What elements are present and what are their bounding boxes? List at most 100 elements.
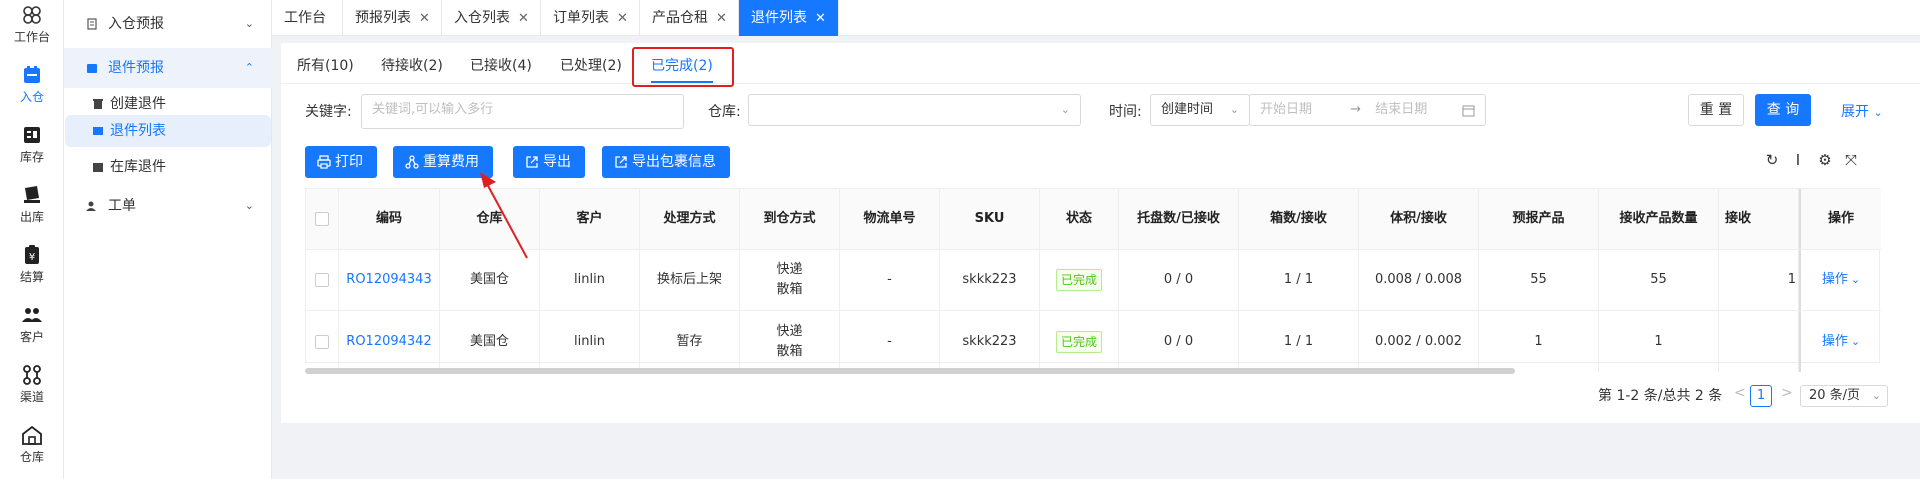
subnav-inbound-forecast[interactable]: 入仓预报 ⌄ [64,4,272,44]
prev-page-button[interactable]: < [1734,385,1746,401]
status-tab-pending[interactable]: 待接收(2) [381,51,443,81]
col-extra: 接收 [1719,189,1799,249]
date-range-picker[interactable]: 开始日期 → 结束日期 [1249,94,1486,126]
subnav-return-forecast[interactable]: 退件预报 ⌃ [64,48,272,88]
rail-item-workbench[interactable]: 工作台 [0,4,64,45]
returns-table: 编码 仓库 客户 处理方式 到仓方式 物流单号 SKU 状态 托盘数/已接收 箱… [305,188,1881,372]
end-date-input[interactable]: 结束日期 [1375,102,1427,117]
print-label: 打印 [335,154,363,170]
tab-workbench[interactable]: 工作台 [272,0,343,36]
tab-forecast-list[interactable]: 预报列表 ✕ [343,0,442,36]
col-pallets: 托盘数/已接收 [1119,189,1239,249]
code-link[interactable]: RO12094343 [339,250,440,310]
customer-cell: linlin [540,250,640,310]
tab-label: 退件列表 [751,10,807,26]
tab-label: 产品仓租 [652,10,708,26]
rail-item-settlement[interactable]: ¥ 结算 [0,244,64,285]
received-cell: 1 [1599,311,1719,372]
handling-cell: 暂存 [640,311,740,372]
start-date-input[interactable]: 开始日期 [1260,102,1312,117]
page-size-value: 20 条/页 [1809,388,1861,403]
arrival-cell: 快递 散箱 [740,311,840,372]
volume-cell: 0.008 / 0.008 [1359,250,1479,310]
row-checkbox[interactable] [315,273,329,287]
row-action-dropdown[interactable]: 操作 ⌄ [1799,311,1881,372]
col-sku: SKU [940,189,1040,249]
warehouse-cell: 美国仓 [440,311,540,372]
tab-product-rent[interactable]: 产品仓租 ✕ [640,0,739,36]
status-cell: 已完成 [1040,311,1119,372]
select-all-checkbox[interactable] [315,212,329,226]
close-icon[interactable]: ✕ [419,11,430,26]
fullscreen-icon[interactable]: ⤧ [1842,151,1860,169]
user-gear-icon [86,201,96,211]
sku-cell: skkk223 [940,311,1040,372]
tab-inbound-list[interactable]: 入仓列表 ✕ [442,0,541,36]
forecast-cell: 55 [1479,250,1599,310]
close-icon[interactable]: ✕ [716,11,727,26]
arrival-cell: 快递 散箱 [740,250,840,310]
print-button[interactable]: 打印 [305,146,377,178]
horizontal-scrollbar[interactable] [305,368,1515,374]
tab-return-list[interactable]: 退件列表 ✕ [739,0,839,36]
extra-cell: 1 [1719,250,1799,310]
export-button[interactable]: 导出 [513,146,585,178]
col-arrival: 到仓方式 [740,189,840,249]
col-received: 接收产品数量 [1599,189,1719,249]
query-button[interactable]: 查 询 [1755,94,1811,126]
gear-icon[interactable]: ⚙ [1816,151,1834,169]
status-tab-all[interactable]: 所有(10) [297,51,354,81]
col-boxes: 箱数/接收 [1239,189,1359,249]
subnav-return-list[interactable]: 退件列表 [65,115,271,147]
recalc-fee-button[interactable]: 重算费用 [393,146,493,178]
rail-item-warehouse[interactable]: 仓库 [0,424,64,465]
rail-item-channel[interactable]: 渠道 [0,364,64,405]
rail-label: 仓库 [19,450,44,464]
tab-order-list[interactable]: 订单列表 ✕ [541,0,640,36]
expand-label: 展开 [1841,104,1869,120]
tab-label: 预报列表 [355,10,411,26]
rail-item-inbound[interactable]: 入仓 [0,64,64,105]
close-icon[interactable]: ✕ [617,11,628,26]
chevron-down-icon: ⌄ [1060,103,1070,116]
status-tab-received[interactable]: 已接收(4) [470,51,532,81]
col-customer: 客户 [540,189,640,249]
col-handling: 处理方式 [640,189,740,249]
row-action-dropdown[interactable]: 操作 ⌄ [1799,250,1881,310]
reset-button[interactable]: 重 置 [1688,94,1744,126]
calendar-icon [1462,105,1475,117]
customer-cell: linlin [540,311,640,372]
export-package-button[interactable]: 导出包裹信息 [602,146,730,178]
table-header: 编码 仓库 客户 处理方式 到仓方式 物流单号 SKU 状态 托盘数/已接收 箱… [306,189,1881,250]
row-checkbox[interactable] [315,334,329,349]
subnav-work-order[interactable]: 工单 ⌄ [64,186,272,226]
time-type-select[interactable]: 创建时间 ⌄ [1150,94,1250,126]
rail-item-inventory[interactable]: 库存 [0,124,64,165]
arrival-method: 快递 [776,323,803,339]
rail-item-outbound[interactable]: 出库 [0,184,64,225]
density-icon[interactable]: Ι [1789,151,1807,169]
subnav-label: 工单 [108,198,136,214]
refresh-icon[interactable]: ↻ [1763,151,1781,169]
rail-item-customer[interactable]: 客户 [0,304,64,345]
subnav-label: 退件预报 [108,60,164,76]
keyword-input[interactable]: 关键词,可以输入多行 [361,94,684,129]
printer-icon [317,155,331,169]
status-tab-processed[interactable]: 已处理(2) [560,51,622,81]
next-page-button[interactable]: > [1781,385,1793,401]
code-link[interactable]: RO12094342 [339,311,440,372]
chevron-down-icon: ⌄ [1850,273,1861,286]
page-1-button[interactable]: 1 [1750,385,1772,407]
expand-link[interactable]: 展开 ⌄ [1841,101,1883,121]
rail-label: 入仓 [19,90,44,104]
page-size-select[interactable]: 20 条/页 ⌄ [1800,385,1888,407]
subnav-instock-return[interactable]: 在库退件 [64,147,272,187]
boxes-cell: 1 / 1 [1239,250,1359,310]
calendar-icon [87,64,97,73]
svg-text:¥: ¥ [29,252,35,263]
warehouse-select[interactable]: ⌄ [748,94,1081,126]
col-forecast: 预报产品 [1479,189,1599,249]
close-icon[interactable]: ✕ [815,11,826,26]
close-icon[interactable]: ✕ [518,11,529,26]
status-cell: 已完成 [1040,250,1119,310]
